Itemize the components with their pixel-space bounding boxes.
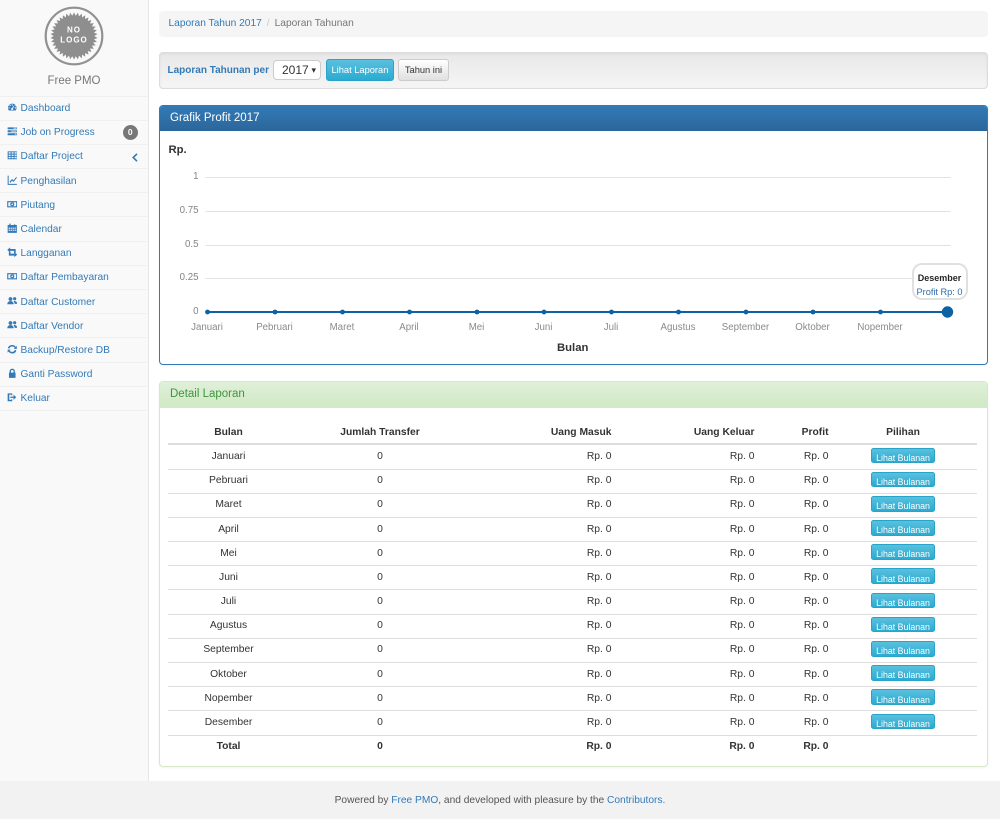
svg-text:LOGO: LOGO [60,36,88,45]
svg-text:NO: NO [67,26,81,35]
